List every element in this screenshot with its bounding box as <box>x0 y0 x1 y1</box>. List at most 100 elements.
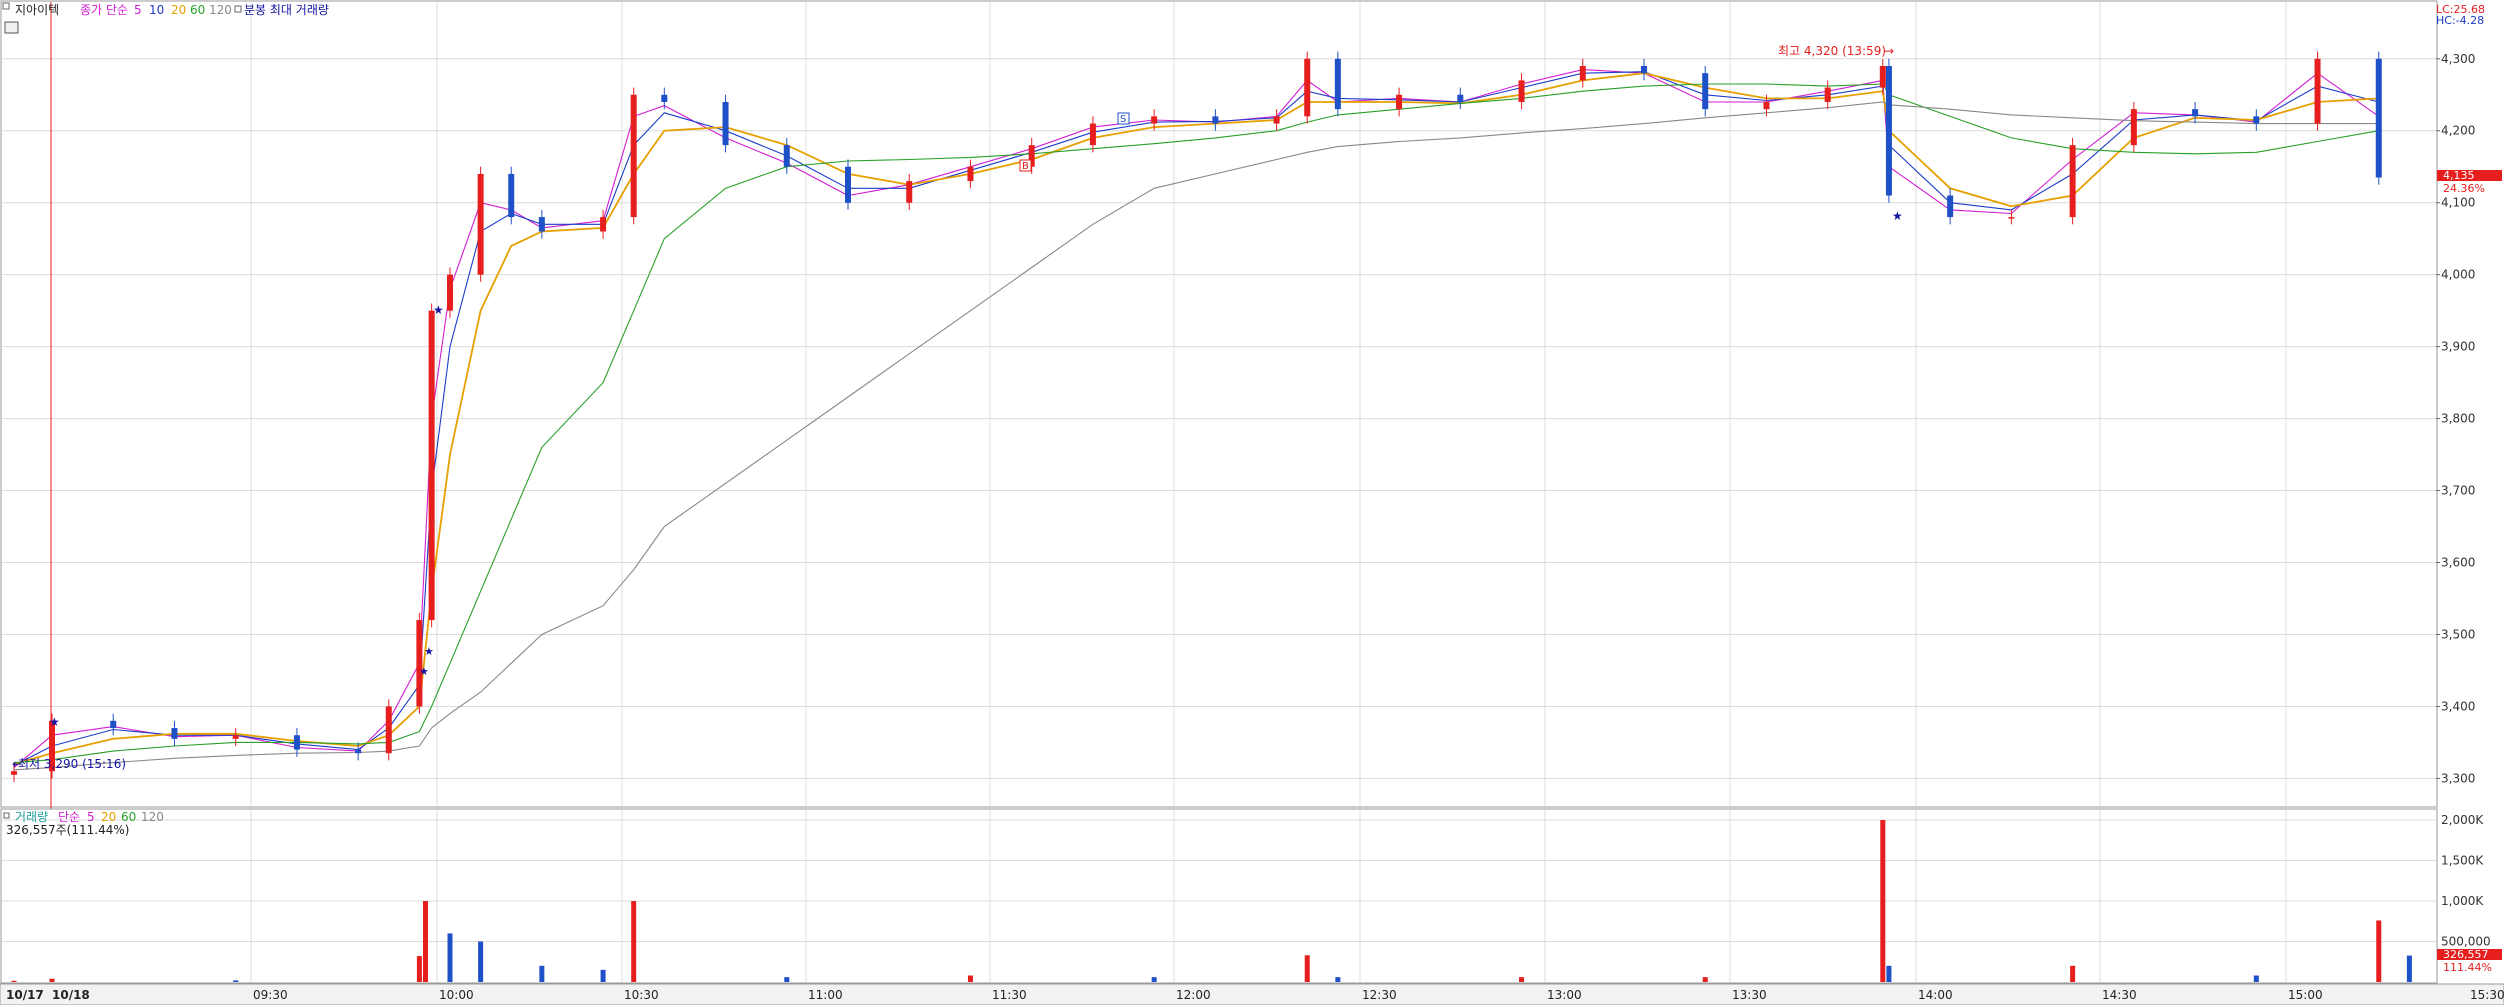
volume-bar <box>539 965 545 982</box>
candle <box>722 94 729 153</box>
high-price-annotation: 최고 4,320 (13:59) <box>1778 44 1886 58</box>
price-tick-label: 4,200 <box>2441 124 2475 138</box>
time-tick-label: 14:00 <box>1918 988 1953 1002</box>
volume-tick-label: 1,500K <box>2441 854 2484 868</box>
price-tick-label: 3,300 <box>2441 771 2475 785</box>
ma-period-10: 10 <box>149 3 164 17</box>
time-tick-label: 15:30:00 <box>2470 988 2504 1002</box>
vol-ma-period-60: 60 <box>121 810 136 824</box>
time-tick-label: 10:00 <box>439 988 474 1002</box>
candle <box>385 699 392 761</box>
time-tick-label: 09:30 <box>253 988 288 1002</box>
candle <box>428 303 435 628</box>
time-tick-label: 10:30 <box>624 988 659 1002</box>
svg-text:S: S <box>1120 114 1126 125</box>
vol-ma-period-5: 5 <box>87 810 95 824</box>
ma-label: 종가 단순 <box>80 3 128 17</box>
current-volume: 326,557 <box>2443 948 2489 961</box>
volume-bar <box>447 933 453 982</box>
low-arrow-icon: ← <box>12 757 22 771</box>
candle <box>1702 65 1709 117</box>
candle <box>447 267 453 318</box>
volume-bar <box>11 980 17 982</box>
volume-bar <box>1519 977 1525 982</box>
volume-panel[interactable]: 거래량 단순 5 20 60 120 326,557주(111.44%) <box>0 808 2438 984</box>
candle <box>630 87 637 225</box>
volume-bar <box>423 901 429 982</box>
volume-bar <box>600 969 606 982</box>
signal-star-icon: ★ <box>424 645 434 658</box>
volume-bar <box>2253 975 2259 982</box>
volume-bar <box>2376 920 2382 982</box>
time-tick-label: 13:30 <box>1732 988 1767 1002</box>
signal-star-icon: ★ <box>419 665 429 678</box>
time-tick-label: 12:30 <box>1362 988 1397 1002</box>
time-tick-label: 12:00 <box>1176 988 1211 1002</box>
candle <box>2130 101 2137 153</box>
volume-bar <box>416 956 422 982</box>
price-tick-label: 3,500 <box>2441 627 2475 641</box>
price-tick-label: 3,900 <box>2441 340 2475 354</box>
signal-star-icon: ★ <box>49 715 60 729</box>
calendar-icon[interactable] <box>4 21 19 34</box>
candle <box>1885 58 1892 203</box>
time-tick-label: 13:00 <box>1547 988 1582 1002</box>
svg-text:B: B <box>1022 161 1029 172</box>
ma-period-120: 120 <box>209 3 232 17</box>
stock-name: 지아이텍 <box>15 3 59 17</box>
volume-bar <box>1151 977 1157 982</box>
price-tick-label: 3,600 <box>2441 556 2475 570</box>
time-tick-label: 11:30 <box>992 988 1027 1002</box>
price-tick-label: 4,100 <box>2441 196 2475 210</box>
volume-bar <box>2070 965 2076 982</box>
price-tick-label: 3,400 <box>2441 699 2475 713</box>
candle <box>2069 137 2076 225</box>
volume-ma-label: 단순 <box>58 810 80 824</box>
time-tick-label: 11:00 <box>808 988 843 1002</box>
current-volume-pct: 111.44% <box>2443 961 2492 974</box>
volume-bar <box>784 977 790 982</box>
price-tick-label: 4,300 <box>2441 52 2475 66</box>
ma-period-20: 20 <box>171 3 186 17</box>
signal-star-icon: ★ <box>433 303 444 317</box>
time-tick-label: 10/17 <box>6 988 44 1002</box>
candle <box>508 166 515 225</box>
time-tick-label: 15:00 <box>2288 988 2323 1002</box>
vol-ma-period-120: 120 <box>141 810 164 824</box>
volume-value: 326,557주(111.44%) <box>6 823 129 837</box>
volume-bar <box>1880 820 1886 982</box>
signal-star-icon: ★ <box>1892 209 1903 223</box>
volume-bar <box>1702 977 1708 982</box>
candle <box>477 166 484 282</box>
time-tick-label: 10/18 <box>52 988 90 1002</box>
stock-chart[interactable]: 지아이텍 종가 단순 5 10 20 60 120 분봉 최대 거래량 LC:2… <box>0 0 2504 1005</box>
volume-bar <box>2406 955 2412 982</box>
current-price: 4,135 <box>2443 169 2475 182</box>
volume-tick-label: 2,000K <box>2441 813 2484 827</box>
volume-bar <box>478 941 484 982</box>
volume-panel-frame <box>0 808 2438 984</box>
volume-bar <box>1304 955 1310 982</box>
vol-ma-period-20: 20 <box>101 810 116 824</box>
volume-tick-label: 1,000K <box>2441 894 2484 908</box>
sell-marker: S <box>1117 112 1130 125</box>
candle <box>1334 51 1341 117</box>
volume-bar <box>49 978 55 982</box>
extra-label: 분봉 최대 거래량 <box>244 3 329 17</box>
price-tick-label: 3,700 <box>2441 484 2475 498</box>
volume-bar <box>967 975 973 982</box>
volume-tick-label: 500,000 <box>2441 935 2491 949</box>
volume-bar <box>1335 977 1341 982</box>
ma-period-60: 60 <box>190 3 205 17</box>
current-pct: 24.36% <box>2443 182 2485 195</box>
candle <box>845 159 851 210</box>
volume-bar <box>233 980 239 982</box>
ma-period-5: 5 <box>134 3 142 17</box>
candle <box>2375 51 2382 185</box>
low-price-annotation: 최저 3,290 (15:16) <box>18 757 126 771</box>
candle <box>416 612 423 714</box>
hc-text: HC:-4.28 <box>2436 14 2484 27</box>
volume-label: 거래량 <box>15 810 48 824</box>
candle <box>2314 51 2321 131</box>
candle <box>1304 51 1311 124</box>
